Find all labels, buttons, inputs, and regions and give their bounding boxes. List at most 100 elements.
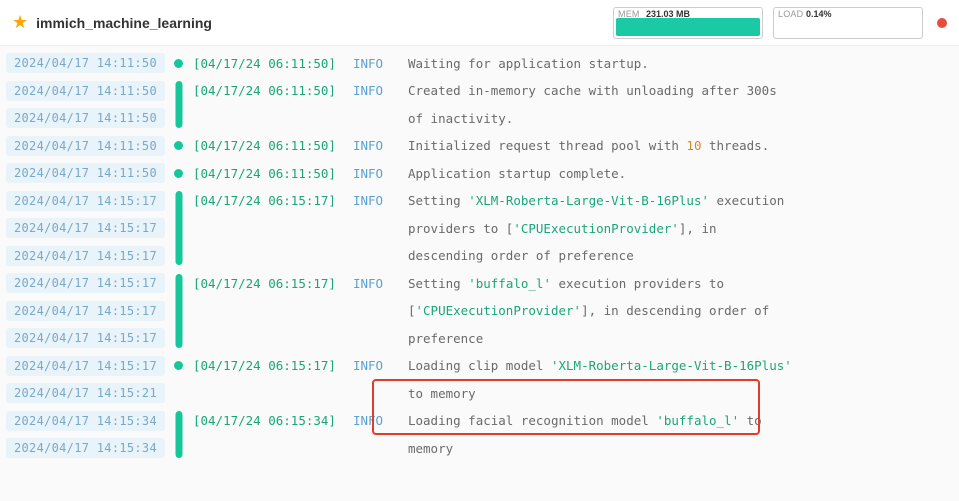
log-line[interactable]: 2024/04/17 14:11:50 of inactivity.	[6, 105, 953, 132]
log-message: descending order of preference	[408, 248, 953, 263]
timestamp-local: 2024/04/17 14:11:50	[6, 136, 165, 156]
mem-bar	[616, 18, 760, 36]
log-message: Setting 'buffalo_l' execution providers …	[408, 276, 953, 291]
log-line[interactable]: 2024/04/17 14:11:50[04/17/24 06:11:50]IN…	[6, 50, 953, 77]
timestamp-local: 2024/04/17 14:15:17	[6, 328, 165, 348]
log-message: ['CPUExecutionProvider'], in descending …	[408, 303, 953, 318]
timestamp-local: 2024/04/17 14:11:50	[6, 81, 165, 101]
timestamp-local: 2024/04/17 14:15:17	[6, 356, 165, 376]
log-message: of inactivity.	[408, 111, 953, 126]
load-bar	[776, 18, 920, 36]
log-line[interactable]: 2024/04/17 14:15:17 ['CPUExecutionProvide…	[6, 298, 953, 325]
level-col: INFO	[353, 83, 408, 98]
timestamp-source: [04/17/24 06:15:17]	[193, 276, 336, 291]
marker-col	[165, 50, 193, 77]
header: ★ immich_machine_learning MEM 231.03 MB …	[0, 0, 959, 46]
log-message-text: providers to [	[408, 221, 513, 236]
log-level: INFO	[353, 276, 383, 291]
log-line[interactable]: 2024/04/17 14:15:34 memory	[6, 435, 953, 462]
log-line[interactable]: 2024/04/17 14:15:34 [04/17/24 06:15:34]IN…	[6, 408, 953, 435]
marker-col	[165, 105, 193, 132]
log-level: INFO	[353, 56, 383, 71]
timestamp-source: [04/17/24 06:15:17]	[193, 358, 336, 373]
log-message-text: ], in descending order of	[581, 303, 769, 318]
timestamp-local: 2024/04/17 14:15:17	[6, 218, 165, 238]
level-col: INFO	[353, 276, 408, 291]
log-line[interactable]: 2024/04/17 14:11:50 [04/17/24 06:11:50] IN…	[6, 160, 953, 187]
log-message-text: ], in	[679, 221, 717, 236]
log-message-highlight: 'CPUExecutionProvider'	[416, 303, 582, 318]
log-level: INFO	[353, 413, 383, 428]
timestamp-source-col: [04/17/24 06:11:50]	[193, 83, 353, 98]
log-level: INFO	[353, 193, 383, 208]
star-icon[interactable]: ★	[12, 12, 28, 33]
log-message-text: to	[739, 413, 762, 428]
log-message-text: Initialized request thread pool with	[408, 138, 686, 153]
level-col: INFO	[353, 166, 408, 181]
marker-col	[165, 243, 193, 270]
timestamp-local: 2024/04/17 14:15:21	[6, 383, 165, 403]
log-message-text: Loading facial recognition model	[408, 413, 656, 428]
timestamp-source-col: [04/17/24 06:15:34]	[193, 413, 353, 428]
log-message-highlight: 'CPUExecutionProvider'	[513, 221, 679, 236]
dot-icon	[174, 169, 183, 178]
log-line[interactable]: 2024/04/17 14:15:17[04/17/24 06:15:17]IN…	[6, 353, 953, 380]
log-message: preference	[408, 331, 953, 346]
status-dot-icon[interactable]	[937, 18, 947, 28]
mem-stat: MEM 231.03 MB	[613, 7, 763, 39]
log-area: 2024/04/17 14:11:50[04/17/24 06:11:50]IN…	[0, 46, 959, 467]
log-line[interactable]: 2024/04/17 14:15:17 [04/17/24 06:15:17] IN…	[6, 188, 953, 215]
marker-col	[165, 188, 193, 215]
level-col: INFO	[353, 413, 408, 428]
log-line[interactable]: 2024/04/17 14:15:17 preference	[6, 325, 953, 352]
timestamp-source: [04/17/24 06:11:50]	[193, 166, 336, 181]
dot-icon	[174, 59, 183, 68]
log-message-text: threads.	[701, 138, 769, 153]
timestamp-source-col: [04/17/24 06:11:50]	[193, 166, 353, 181]
group-bar-icon	[175, 322, 182, 347]
timestamp-local: 2024/04/17 14:11:50	[6, 108, 165, 128]
timestamp-local: 2024/04/17 14:15:17	[6, 301, 165, 321]
timestamp-local: 2024/04/17 14:15:34	[6, 411, 165, 431]
level-col: INFO	[353, 56, 408, 71]
timestamp-local: 2024/04/17 14:15:34	[6, 438, 165, 458]
timestamp-local: 2024/04/17 14:15:17	[6, 273, 165, 293]
level-col: INFO	[353, 138, 408, 153]
group-bar-icon	[175, 102, 182, 127]
log-message-text: execution providers to	[551, 276, 724, 291]
log-message: Application startup complete.	[408, 166, 953, 181]
timestamp-source: [04/17/24 06:15:17]	[193, 193, 336, 208]
level-col: INFO	[353, 193, 408, 208]
group-bar-icon	[175, 240, 182, 265]
timestamp-local: 2024/04/17 14:15:17	[6, 191, 165, 211]
timestamp-source-col: [04/17/24 06:15:17]	[193, 193, 353, 208]
log-line[interactable]: 2024/04/17 14:15:17 providers to ['CPUExe…	[6, 215, 953, 242]
log-message-text: [	[408, 303, 416, 318]
log-message-text: Waiting for application startup.	[408, 56, 649, 71]
dot-icon	[174, 141, 183, 150]
log-message: Created in-memory cache with unloading a…	[408, 83, 953, 98]
log-line[interactable]: 2024/04/17 14:11:50 [04/17/24 06:11:50]IN…	[6, 78, 953, 105]
log-message-text: preference	[408, 331, 483, 346]
marker-col	[165, 298, 193, 325]
log-message: Loading clip model 'XLM-Roberta-Large-Vi…	[408, 358, 953, 373]
timestamp-source-col: [04/17/24 06:15:17]	[193, 276, 353, 291]
log-message-highlight: 'XLM-Roberta-Large-Vit-B-16Plus'	[468, 193, 709, 208]
marker-col	[165, 380, 193, 407]
log-line[interactable]: 2024/04/17 14:11:50[04/17/24 06:11:50]IN…	[6, 133, 953, 160]
timestamp-source-col: [04/17/24 06:11:50]	[193, 56, 353, 71]
log-line[interactable]: 2024/04/17 14:15:17descending order of p…	[6, 243, 953, 270]
marker-col	[165, 133, 193, 160]
timestamp-local: 2024/04/17 14:11:50	[6, 163, 165, 183]
dot-icon	[174, 361, 183, 370]
log-message-text: memory	[408, 441, 453, 456]
log-message: Loading facial recognition model 'buffal…	[408, 413, 953, 428]
log-message-highlight: 'buffalo_l'	[468, 276, 551, 291]
log-level: INFO	[353, 166, 383, 181]
log-line[interactable]: 2024/04/17 14:15:21to memory	[6, 380, 953, 407]
log-message: memory	[408, 441, 953, 456]
marker-col	[165, 353, 193, 380]
log-line[interactable]: 2024/04/17 14:15:17 [04/17/24 06:15:17] IN…	[6, 270, 953, 297]
log-message-text: execution	[709, 193, 784, 208]
marker-col	[165, 78, 193, 105]
